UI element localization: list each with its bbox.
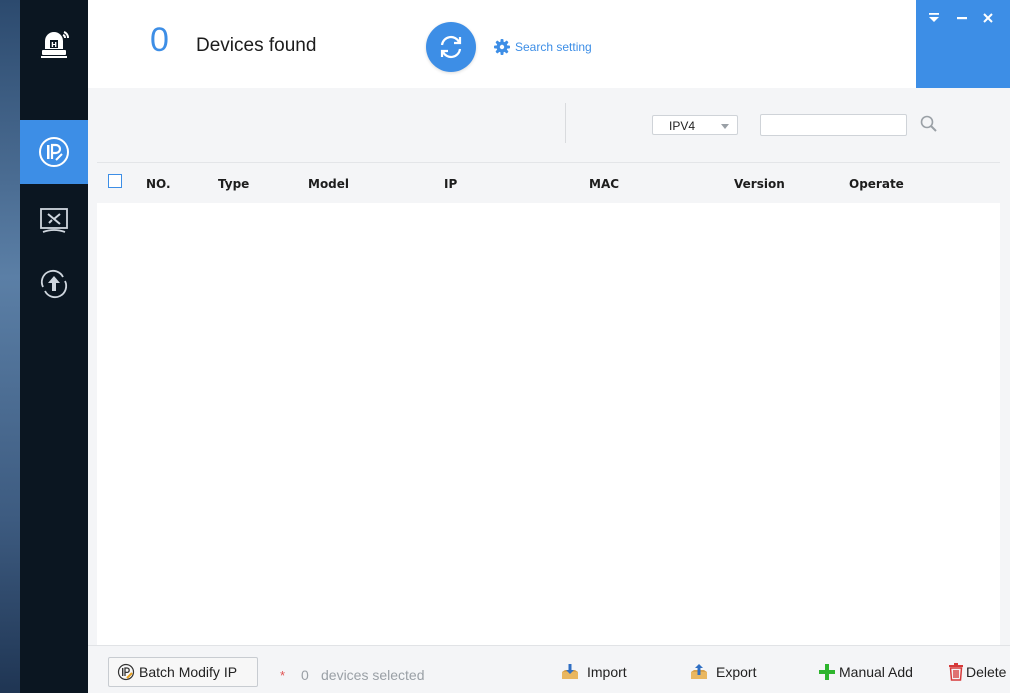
upgrade-icon	[40, 269, 68, 299]
column-header-mac[interactable]: MAC	[589, 177, 619, 191]
toolbar-divider	[565, 103, 566, 143]
manual-add-button[interactable]: Manual Add	[818, 663, 913, 681]
search-input[interactable]	[760, 114, 907, 136]
header-bar: 0 Devices found Search setting	[88, 0, 1010, 88]
sidebar: H	[20, 0, 88, 693]
ip-version-select[interactable]: IPV4	[652, 115, 738, 135]
import-icon	[560, 663, 580, 681]
export-icon	[689, 663, 709, 681]
select-all-checkbox[interactable]	[108, 174, 122, 188]
window-controls	[916, 0, 1010, 88]
table-header: NO. Type Model IP MAC Version Operate	[97, 163, 1000, 203]
app-logo: H	[20, 0, 88, 88]
search-setting-label: Search setting	[515, 40, 592, 54]
ip-icon	[39, 137, 69, 167]
delete-label: Delete	[966, 664, 1007, 680]
column-header-ip[interactable]: IP	[444, 177, 457, 191]
sidebar-item-tools[interactable]	[20, 188, 88, 252]
column-header-operate[interactable]: Operate	[849, 177, 904, 191]
close-icon[interactable]	[982, 12, 994, 28]
batch-modify-ip-label: Batch Modify IP	[139, 664, 238, 680]
ip-edit-icon	[117, 663, 135, 681]
refresh-icon	[440, 35, 462, 59]
sidebar-item-ip[interactable]	[20, 120, 88, 184]
export-label: Export	[716, 664, 757, 680]
app-window: H 0 Devices found Search setting IPV4 NO…	[20, 0, 1010, 693]
column-header-type[interactable]: Type	[218, 177, 249, 191]
chevron-down-icon	[721, 124, 729, 129]
import-label: Import	[587, 664, 627, 680]
devices-found-label: Devices found	[196, 35, 317, 56]
column-header-no[interactable]: NO.	[146, 177, 171, 191]
export-button[interactable]: Export	[689, 663, 756, 681]
devices-selected-label: devices selected	[321, 667, 425, 683]
dropdown-menu-icon[interactable]	[928, 12, 940, 28]
trash-icon	[948, 663, 964, 681]
delete-button[interactable]: Delete	[948, 663, 1006, 681]
refresh-search-button[interactable]	[426, 22, 476, 72]
search-icon[interactable]	[919, 114, 939, 139]
required-star: *	[280, 668, 286, 683]
table-body	[97, 203, 1000, 645]
column-header-model[interactable]: Model	[308, 177, 349, 191]
import-button[interactable]: Import	[560, 663, 627, 681]
svg-text:H: H	[51, 41, 57, 49]
minimize-icon[interactable]	[956, 12, 968, 28]
selected-count: 0	[301, 667, 309, 683]
tools-icon	[40, 208, 68, 233]
plus-icon	[818, 663, 836, 681]
gear-icon	[494, 39, 510, 55]
manual-add-label: Manual Add	[839, 664, 913, 680]
device-count: 0	[150, 21, 169, 59]
footer-bar: Batch Modify IP * 0 devices selected Imp…	[88, 645, 1010, 693]
batch-modify-ip-button[interactable]: Batch Modify IP	[108, 657, 258, 687]
ip-version-value: IPV4	[669, 119, 696, 133]
search-setting-link[interactable]: Search setting	[494, 39, 592, 55]
device-table: NO. Type Model IP MAC Version Operate	[97, 162, 1000, 645]
column-header-version[interactable]: Version	[734, 177, 785, 191]
alarm-logo-icon: H	[41, 31, 69, 58]
sidebar-item-upgrade[interactable]	[20, 252, 88, 316]
